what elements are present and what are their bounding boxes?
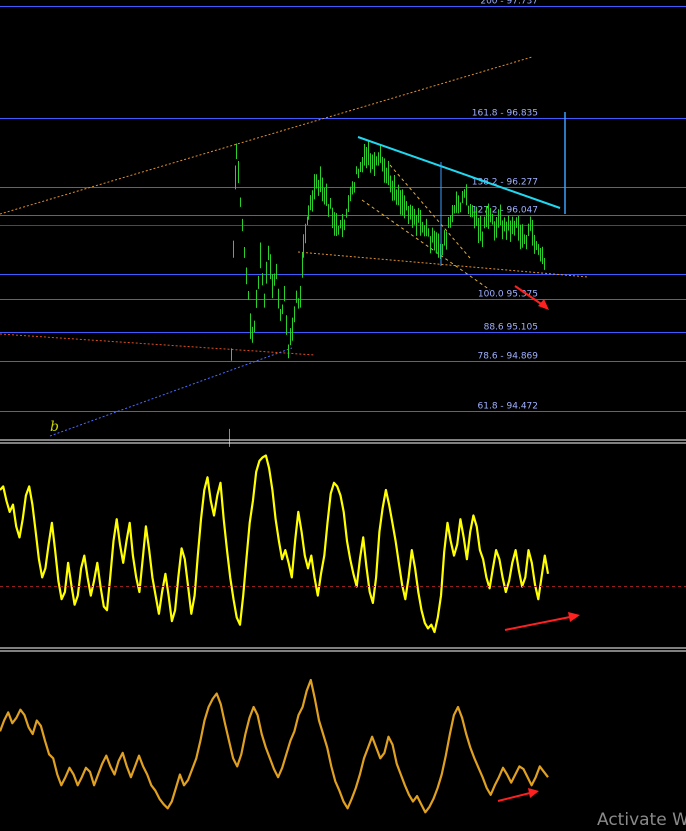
fib-level-label: 138.2 - 96.277	[472, 178, 538, 188]
oscillator-2-panel	[0, 678, 549, 814]
trading-chart[interactable]: 200 - 97.737 161.8 - 96.835 138.2 - 96.277…	[0, 0, 686, 831]
red-arrow-head	[528, 788, 539, 798]
red-arrow-head	[568, 612, 580, 622]
dashed-trendline	[0, 56, 533, 215]
oscillator-1-panel	[0, 454, 686, 634]
fib-level-label: 161.8 - 96.835	[472, 109, 538, 119]
red-up-arrow	[504, 616, 571, 631]
fib-level-label: 88.6 95.105	[484, 323, 538, 333]
fib-range-label: 127.2 - 96.047	[472, 205, 538, 215]
dashed-support-line	[0, 333, 316, 356]
wave-label: b	[50, 419, 59, 435]
panel-divider[interactable]	[0, 647, 686, 652]
oscillator-line	[0, 678, 549, 814]
red-arrow-head	[538, 299, 549, 310]
fib-level-label: 61.8 - 94.472	[478, 402, 539, 412]
panel-divider[interactable]	[0, 439, 686, 444]
red-up-arrow	[497, 792, 531, 802]
fib-level-label: 200 - 97.737	[480, 0, 538, 7]
price-panel: 200 - 97.737 161.8 - 96.835 138.2 - 96.277…	[0, 0, 686, 447]
activate-windows-watermark: Activate W	[597, 810, 686, 830]
fib-level-label: 78.6 - 94.869	[478, 352, 539, 362]
oscillator-line	[0, 454, 550, 634]
